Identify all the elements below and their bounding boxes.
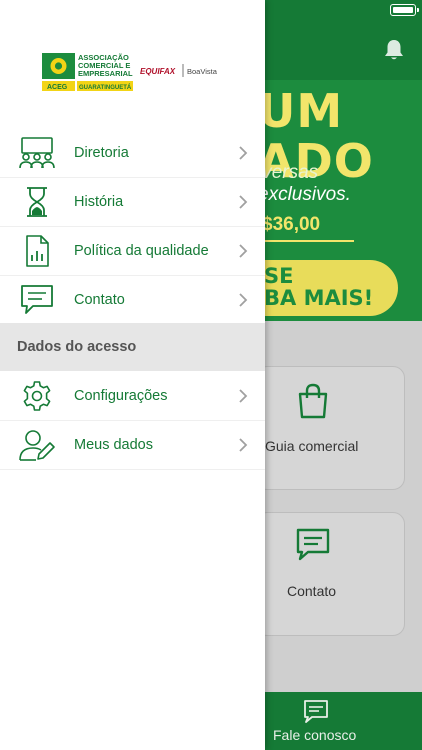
banner-cta-line-1: SE (264, 264, 294, 288)
banner-line-1: UM (258, 84, 344, 138)
menu-label-meus-dados: Meus dados (74, 437, 153, 453)
chevron-right-icon (239, 293, 248, 307)
gear-icon (23, 381, 51, 411)
battery-icon (390, 4, 419, 16)
chat-icon (296, 528, 330, 561)
shopping-bag-icon (298, 383, 328, 419)
menu-item-contato[interactable]: Contato (0, 276, 265, 325)
menu-label-historia: História (74, 194, 124, 210)
chevron-right-icon (239, 146, 248, 160)
banner-line-3: iversas (258, 162, 319, 183)
banner-price: $36,00 (262, 214, 321, 235)
banner-cta-line-2: BA MAIS! (264, 286, 374, 310)
card-contato[interactable] (255, 512, 405, 636)
chat-icon[interactable] (303, 699, 329, 725)
hourglass-icon (27, 187, 47, 217)
chevron-right-icon (239, 195, 248, 209)
chevron-right-icon (239, 244, 248, 258)
card-label-guia-comercial: Guia comercial (265, 438, 359, 454)
banner-line-4: exclusivos. (258, 184, 351, 205)
menu-item-historia[interactable]: História (0, 178, 265, 227)
chat-icon (21, 285, 53, 314)
navigation-drawer: ASSOCIAÇÃO COMERCIAL E EMPRESARIAL ACEG … (0, 0, 265, 750)
aceg-logo: ASSOCIAÇÃO COMERCIAL E EMPRESARIAL ACEG … (42, 53, 218, 91)
banner-price-underline (262, 240, 354, 242)
tab-fale-conosco[interactable]: Fale conosco (273, 727, 356, 743)
menu-label-contato: Contato (74, 292, 125, 308)
logo-line-3: EMPRESARIAL (78, 69, 133, 78)
logo-badge: ACEG (47, 84, 68, 91)
menu-item-diretoria[interactable]: Diretoria (0, 129, 265, 178)
card-label-contato: Contato (287, 583, 337, 599)
logo-city: GUARATINGUETÁ (79, 84, 132, 91)
document-chart-icon (26, 235, 49, 267)
menu-item-meus-dados[interactable]: Meus dados (0, 421, 265, 470)
menu-item-politica-qualidade[interactable]: Política da qualidade (0, 227, 265, 276)
chevron-right-icon (239, 438, 248, 452)
menu-label-diretoria: Diretoria (74, 145, 129, 161)
partner-equifax: EQUIFAX (140, 67, 176, 76)
section-header-dados-acesso: Dados do acesso (0, 323, 265, 371)
board-meeting-icon (19, 137, 55, 169)
chevron-right-icon (239, 389, 248, 403)
menu-item-configuracoes[interactable]: Configurações (0, 372, 265, 421)
bell-icon[interactable] (383, 38, 405, 62)
menu-label-configuracoes: Configurações (74, 388, 168, 404)
user-edit-icon (19, 430, 55, 461)
partner-boavista: BoaVista (187, 67, 218, 76)
battery-fill (392, 6, 413, 13)
section-title: Dados do acesso (17, 339, 137, 355)
card-guia-comercial[interactable] (255, 366, 405, 490)
menu-label-politica-qualidade: Política da qualidade (74, 243, 209, 259)
